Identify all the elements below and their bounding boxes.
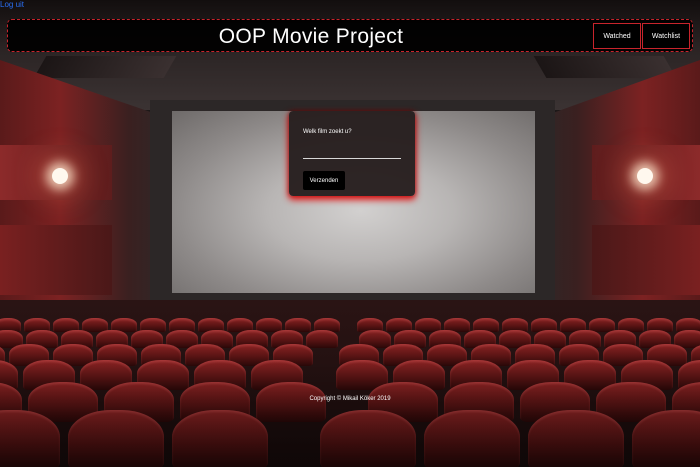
nav-watched-button[interactable]: Watched	[593, 23, 641, 49]
wall-panel-left-low	[0, 225, 112, 295]
wall-lamp-right	[637, 168, 653, 184]
submit-button[interactable]: Verzenden	[303, 171, 345, 190]
search-label: Welk film zoekt u?	[303, 129, 352, 135]
logout-link[interactable]: Log uit	[0, 0, 24, 10]
ceiling-beam-left	[33, 56, 177, 78]
search-input[interactable]	[303, 149, 401, 159]
wall-lamp-left	[52, 168, 68, 184]
floor-shadow	[0, 360, 700, 467]
footer-copyright: Copyright © Mikail Köker 2019	[309, 396, 391, 402]
header-bar: OOP Movie Project Watched Watchlist	[7, 19, 693, 52]
cinema-ceiling	[0, 0, 700, 110]
page: Log uit OOP Movie Project Watched Watchl…	[0, 0, 700, 467]
search-card: Welk film zoekt u? Verzenden	[289, 111, 415, 196]
ceiling-beam-right	[533, 56, 677, 78]
nav-watchlist-button[interactable]: Watchlist	[642, 23, 690, 49]
page-title: OOP Movie Project	[218, 25, 404, 48]
wall-panel-right-low	[592, 225, 700, 295]
